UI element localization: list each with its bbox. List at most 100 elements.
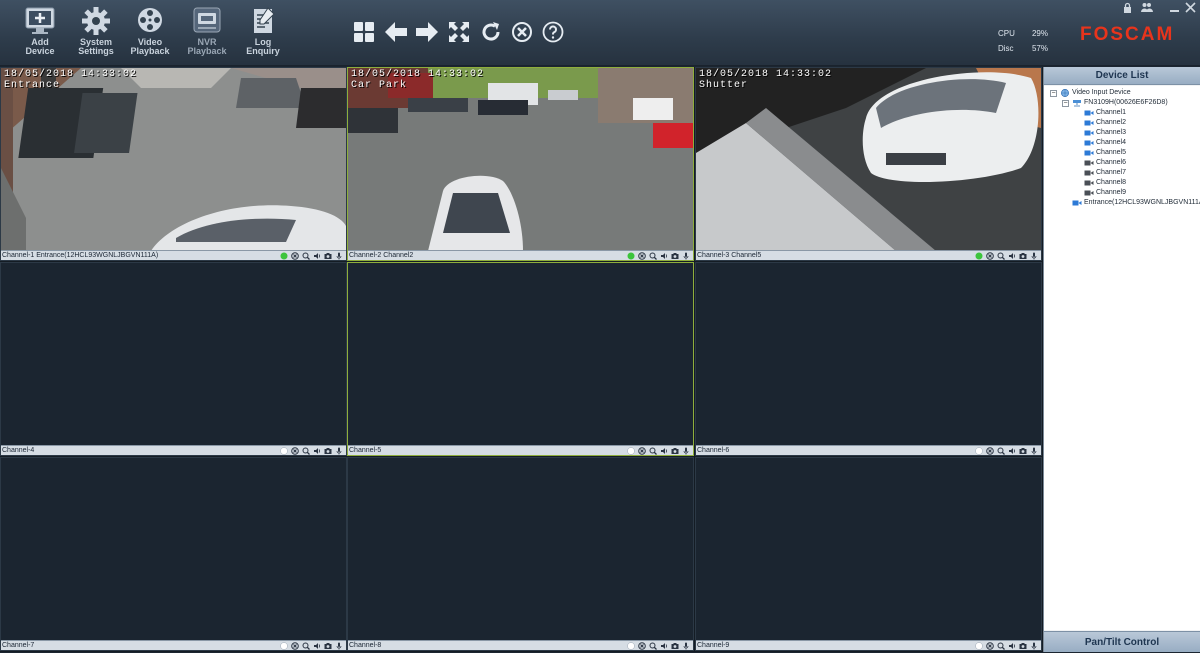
disc-value: 57% bbox=[1031, 44, 1048, 53]
microphone-icon[interactable] bbox=[335, 252, 343, 260]
stop-icon[interactable] bbox=[638, 447, 646, 455]
tree-node-channel-7[interactable]: Channel7 bbox=[1084, 168, 1126, 178]
microphone-icon[interactable] bbox=[682, 252, 690, 260]
camera-snapshot-icon[interactable] bbox=[324, 447, 332, 455]
zoom-icon[interactable] bbox=[302, 447, 310, 455]
channel-title: Channel-1 Entrance(12HCL93WGNLJBGVN111A) bbox=[2, 252, 159, 259]
pan-tilt-control-button[interactable]: Pan/Tilt Control bbox=[1044, 631, 1200, 652]
tree-node-channel-5[interactable]: Channel5 bbox=[1084, 148, 1126, 158]
video-cell-2[interactable]: 18/05/2018 14:33:02 Car Park Channel-2 Ch… bbox=[347, 67, 694, 261]
system-settings-button[interactable]: System Settings bbox=[66, 6, 126, 64]
camera-snapshot-icon[interactable] bbox=[671, 447, 679, 455]
tree-node-entrance-camera[interactable]: Entrance(12HCL93WGNLJBGVN111A) bbox=[1072, 198, 1200, 208]
stop-icon[interactable] bbox=[291, 447, 299, 455]
stop-icon[interactable] bbox=[291, 252, 299, 260]
camera-snapshot-icon[interactable] bbox=[1019, 252, 1027, 260]
log-enquiry-button[interactable]: Log Enquiry bbox=[233, 6, 293, 64]
microphone-icon[interactable] bbox=[682, 447, 690, 455]
camera-snapshot-icon[interactable] bbox=[1019, 642, 1027, 650]
camera-snapshot-icon[interactable] bbox=[324, 642, 332, 650]
speaker-icon[interactable] bbox=[313, 252, 321, 260]
stop-icon[interactable] bbox=[638, 642, 646, 650]
collapse-toggle[interactable]: − bbox=[1050, 89, 1057, 97]
osd-camera-name: Shutter bbox=[699, 80, 749, 91]
camera-snapshot-icon[interactable] bbox=[671, 252, 679, 260]
camera-online-icon bbox=[1084, 130, 1094, 136]
channel-controls bbox=[627, 642, 690, 650]
arrow-right-icon[interactable] bbox=[415, 20, 439, 44]
add-device-button[interactable]: Add Device bbox=[10, 6, 70, 64]
camera-online-icon bbox=[1084, 140, 1094, 146]
close-all-icon[interactable] bbox=[510, 20, 534, 44]
users-icon[interactable] bbox=[1140, 2, 1153, 13]
stop-icon[interactable] bbox=[291, 642, 299, 650]
stop-icon[interactable] bbox=[986, 252, 994, 260]
tree-node-label: Channel7 bbox=[1096, 169, 1126, 176]
microphone-icon[interactable] bbox=[335, 447, 343, 455]
video-cell-1[interactable]: 18/05/2018 14:33:02 Entrance Channel-1 En… bbox=[0, 67, 347, 261]
tree-node-channel-2[interactable]: Channel2 bbox=[1084, 118, 1126, 128]
video-cell-3[interactable]: 18/05/2018 14:33:02 Shutter Channel-3 Cha… bbox=[695, 67, 1042, 261]
collapse-toggle[interactable]: − bbox=[1062, 99, 1069, 107]
tree-node-channel-1[interactable]: Channel1 bbox=[1084, 108, 1126, 118]
fullscreen-icon[interactable] bbox=[447, 20, 471, 44]
add-device-label: Add Device bbox=[25, 37, 55, 56]
tree-node-root[interactable]: − Video Input Device bbox=[1050, 88, 1131, 98]
microphone-icon[interactable] bbox=[1030, 447, 1038, 455]
tree-node-channel-3[interactable]: Channel3 bbox=[1084, 128, 1126, 138]
video-cell-5[interactable]: Channel-5 bbox=[347, 262, 694, 456]
zoom-icon[interactable] bbox=[649, 252, 657, 260]
lock-icon[interactable] bbox=[1121, 2, 1134, 13]
tree-node-channel-9[interactable]: Channel9 bbox=[1084, 188, 1126, 198]
microphone-icon[interactable] bbox=[682, 642, 690, 650]
tree-node-label: Video Input Device bbox=[1072, 89, 1131, 96]
help-icon[interactable] bbox=[541, 20, 565, 44]
channel-title: Channel-4 bbox=[2, 447, 35, 454]
zoom-icon[interactable] bbox=[302, 642, 310, 650]
zoom-icon[interactable] bbox=[302, 252, 310, 260]
idle-status-dot-icon bbox=[280, 642, 288, 650]
stop-icon[interactable] bbox=[986, 447, 994, 455]
video-cell-6[interactable]: Channel-6 bbox=[695, 262, 1042, 456]
zoom-icon[interactable] bbox=[997, 447, 1005, 455]
microphone-icon[interactable] bbox=[1030, 252, 1038, 260]
channel-controls bbox=[975, 252, 1038, 260]
video-cell-9[interactable]: Channel-9 bbox=[695, 457, 1042, 651]
arrow-left-icon[interactable] bbox=[384, 20, 408, 44]
close-window-icon[interactable] bbox=[1184, 2, 1197, 13]
refresh-icon[interactable] bbox=[479, 20, 503, 44]
camera-offline-icon bbox=[1084, 180, 1094, 186]
stop-icon[interactable] bbox=[986, 642, 994, 650]
grid-layout-icon[interactable] bbox=[352, 20, 376, 44]
camera-snapshot-icon[interactable] bbox=[324, 252, 332, 260]
video-cell-8[interactable]: Channel-8 bbox=[347, 457, 694, 651]
stop-icon[interactable] bbox=[638, 252, 646, 260]
video-playback-button[interactable]: Video Playback bbox=[120, 6, 180, 64]
nvr-playback-button[interactable]: NVR Playback bbox=[177, 6, 237, 64]
speaker-icon[interactable] bbox=[660, 447, 668, 455]
speaker-icon[interactable] bbox=[660, 252, 668, 260]
zoom-icon[interactable] bbox=[997, 642, 1005, 650]
video-cell-7[interactable]: Channel-7 bbox=[0, 457, 347, 651]
speaker-icon[interactable] bbox=[1008, 642, 1016, 650]
minimize-icon[interactable] bbox=[1168, 2, 1181, 13]
speaker-icon[interactable] bbox=[313, 447, 321, 455]
zoom-icon[interactable] bbox=[997, 252, 1005, 260]
speaker-icon[interactable] bbox=[660, 642, 668, 650]
speaker-icon[interactable] bbox=[1008, 447, 1016, 455]
tree-node-channel-4[interactable]: Channel4 bbox=[1084, 138, 1126, 148]
video-cell-4[interactable]: Channel-4 bbox=[0, 262, 347, 456]
speaker-icon[interactable] bbox=[1008, 252, 1016, 260]
camera-snapshot-icon[interactable] bbox=[671, 642, 679, 650]
speaker-icon[interactable] bbox=[313, 642, 321, 650]
system-settings-label: System Settings bbox=[78, 37, 114, 56]
device-list-title: Device List bbox=[1044, 67, 1200, 85]
tree-node-channel-6[interactable]: Channel6 bbox=[1084, 158, 1126, 168]
tree-node-nvr[interactable]: − FN3109H(00626E6F26D8) bbox=[1062, 98, 1168, 108]
tree-node-channel-8[interactable]: Channel8 bbox=[1084, 178, 1126, 188]
zoom-icon[interactable] bbox=[649, 447, 657, 455]
microphone-icon[interactable] bbox=[1030, 642, 1038, 650]
camera-snapshot-icon[interactable] bbox=[1019, 447, 1027, 455]
microphone-icon[interactable] bbox=[335, 642, 343, 650]
zoom-icon[interactable] bbox=[649, 642, 657, 650]
